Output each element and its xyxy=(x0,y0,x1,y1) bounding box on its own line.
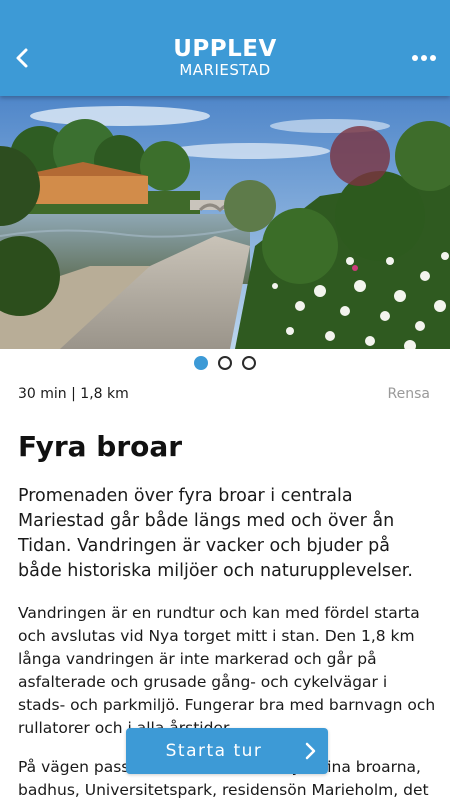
route-photo xyxy=(0,96,450,349)
more-menu-button[interactable] xyxy=(406,46,442,70)
hero-image[interactable] xyxy=(0,96,450,349)
start-tour-button[interactable]: Starta tur xyxy=(126,728,328,774)
route-meta-row: 30 min | 1,8 km Rensa xyxy=(18,384,430,404)
route-title: Fyra broar xyxy=(18,430,183,463)
clear-link[interactable]: Rensa xyxy=(388,386,430,402)
app-title: UPPLEV xyxy=(173,36,277,62)
app-header: UPPLEV MARIESTAD xyxy=(0,0,450,96)
carousel-dot-3[interactable] xyxy=(242,356,256,370)
start-tour-label: Starta tur xyxy=(165,741,263,761)
route-duration-distance: 30 min | 1,8 km xyxy=(18,386,129,402)
more-dots-icon xyxy=(412,55,418,61)
carousel-dot-2[interactable] xyxy=(218,356,232,370)
chevron-right-icon xyxy=(292,742,328,760)
app-subtitle: MARIESTAD xyxy=(179,61,271,79)
route-paragraph: Vandringen är en rundtur och kan med för… xyxy=(18,604,436,737)
app-logo: UPPLEV MARIESTAD xyxy=(0,37,450,79)
carousel-dot-1[interactable] xyxy=(194,356,208,370)
carousel-indicator xyxy=(0,356,450,370)
route-lead: Promenaden över fyra broar i centrala Ma… xyxy=(18,486,413,581)
